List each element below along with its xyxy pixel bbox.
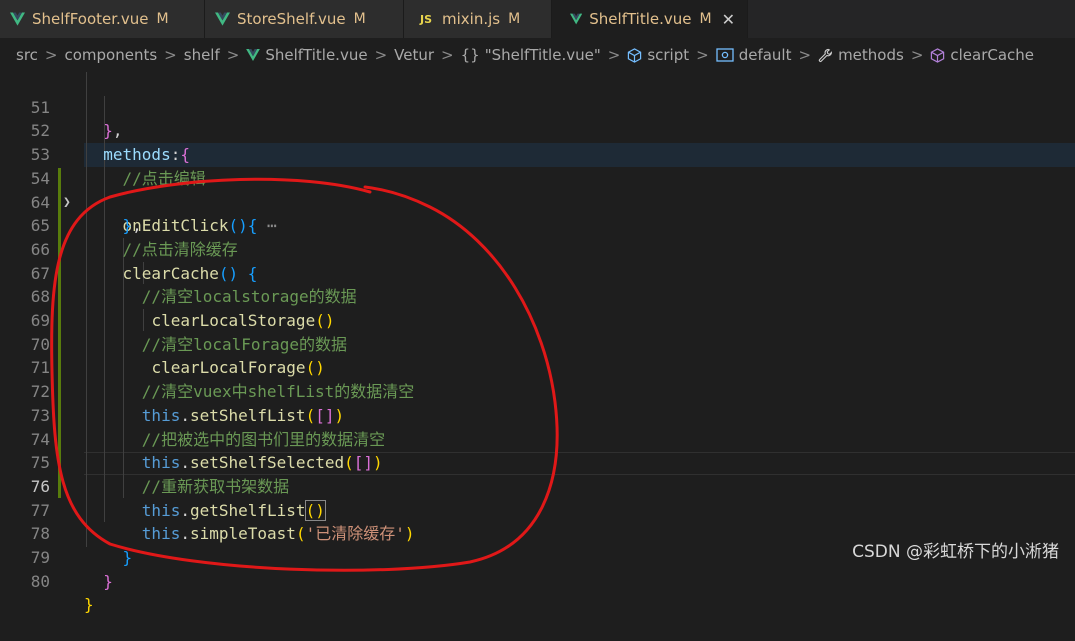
breadcrumb-item[interactable]: Vetur xyxy=(394,46,434,64)
tab-storeshelf[interactable]: StoreShelf.vue M xyxy=(205,0,404,38)
js-icon: JS xyxy=(420,12,433,26)
chevron-right-icon: > xyxy=(696,46,709,64)
code-text: } xyxy=(84,595,94,615)
tab-label: StoreShelf.vue xyxy=(237,10,346,28)
chevron-right-icon: > xyxy=(44,46,58,64)
modified-badge: M xyxy=(699,11,712,27)
chevron-right-icon: > xyxy=(441,46,454,64)
modified-badge: M xyxy=(353,11,366,27)
object-icon xyxy=(716,48,734,62)
breadcrumb-item[interactable]: default xyxy=(739,46,792,64)
vue-icon xyxy=(215,12,230,26)
chevron-right-icon: > xyxy=(607,46,621,64)
breadcrumb-item[interactable]: components xyxy=(64,46,157,64)
vue-icon xyxy=(570,13,583,25)
breadcrumb-item[interactable]: "ShelfTitle.vue" xyxy=(485,46,601,64)
annotation-circle xyxy=(50,177,559,572)
method-cube-icon xyxy=(931,47,945,63)
close-icon[interactable]: ✕ xyxy=(722,10,735,29)
breadcrumb-item[interactable]: ShelfTitle.vue xyxy=(265,46,367,64)
tab-label: ShelfTitle.vue xyxy=(589,10,692,28)
vue-icon xyxy=(246,49,261,61)
chevron-right-icon: > xyxy=(910,46,924,64)
modified-badge: M xyxy=(156,11,169,27)
breadcrumb-item[interactable]: src xyxy=(16,46,38,64)
breadcrumb-item[interactable]: clearCache xyxy=(950,46,1034,64)
modified-badge: M xyxy=(508,11,521,27)
cube-icon xyxy=(628,47,642,63)
vue-icon xyxy=(10,12,25,26)
tab-label: mixin.js xyxy=(442,10,501,28)
chevron-right-icon: > xyxy=(374,46,388,64)
chevron-right-icon: > xyxy=(164,46,177,64)
wrench-icon xyxy=(818,48,833,62)
breadcrumb: src > components > shelf > ShelfTitle.vu… xyxy=(0,38,1075,72)
editor-tab-bar: ShelfFooter.vue M StoreShelf.vue M JS mi… xyxy=(0,0,1075,38)
watermark: CSDN @彩虹桥下的小淅猪 xyxy=(852,542,1059,562)
chevron-right-icon: > xyxy=(226,46,240,64)
braces-icon: {} xyxy=(460,46,480,64)
breadcrumb-item[interactable]: methods xyxy=(838,46,904,64)
code-editor[interactable]: 51 }, 52 methods:{ 53 //点击编辑 54 ❯ onEdit… xyxy=(0,72,1075,614)
tab-label: ShelfFooter.vue xyxy=(32,10,149,28)
breadcrumb-item[interactable]: script xyxy=(647,46,689,64)
line-number: 80 xyxy=(30,571,50,591)
code-text: } xyxy=(103,571,113,591)
tab-shelftitle[interactable]: ShelfTitle.vue M ✕ xyxy=(552,0,748,38)
breadcrumb-item[interactable]: shelf xyxy=(184,46,220,64)
tab-mixin[interactable]: JS mixin.js M xyxy=(404,0,552,38)
chevron-right-icon: > xyxy=(798,46,812,64)
tab-shelffooter[interactable]: ShelfFooter.vue M xyxy=(0,0,205,38)
